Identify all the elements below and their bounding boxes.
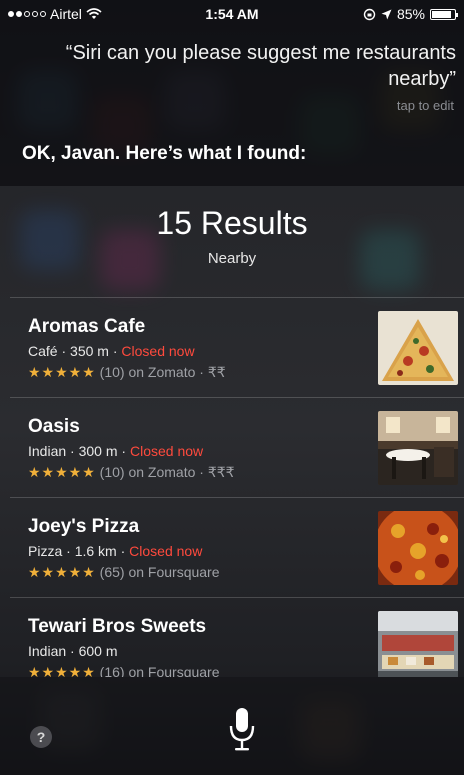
rotation-lock-icon: [363, 8, 376, 20]
review-source: on Zomato: [128, 464, 196, 480]
pizza-photo: [378, 511, 458, 585]
tap-to-edit-link[interactable]: tap to edit: [397, 98, 454, 113]
restaurant-rating: ★★★★★ (65) on Foursquare: [28, 564, 220, 581]
review-count: (65): [99, 564, 125, 580]
restaurant-rating: ★★★★★ (16) on Foursquare: [28, 664, 220, 677]
restaurant-row[interactable]: Oasis Indian · 300 m · Closed now ★★★★★ …: [10, 397, 464, 497]
price-level: ₹₹: [207, 364, 226, 380]
restaurant-category: Pizza: [28, 543, 63, 559]
pizza-slice-photo: [378, 311, 458, 385]
open-status: Closed now: [121, 343, 195, 359]
review-count: (16): [99, 664, 125, 677]
restaurant-details: Indian · 300 m · Closed now: [28, 443, 204, 459]
microphone-icon[interactable]: [229, 707, 255, 753]
review-source: on Foursquare: [128, 564, 220, 580]
status-bar: Airtel 1:54 AM 85%: [0, 0, 464, 28]
dining-room-photo: [378, 411, 458, 485]
star-rating-icon: ★★★★★: [28, 364, 96, 380]
restaurant-row[interactable]: Joey's Pizza Pizza · 1.6 km · Closed now…: [10, 497, 464, 597]
restaurant-rating: ★★★★★ (10) on Zomato · ₹₹₹: [28, 464, 235, 480]
review-count: (10): [99, 464, 125, 480]
siri-reply: OK, Javan. Here’s what I found:: [22, 143, 307, 164]
location-arrow-icon: [381, 9, 392, 19]
siri-query-text[interactable]: “Siri can you please suggest me restaura…: [56, 40, 456, 92]
results-list: Aromas Cafe Café · 350 m · Closed now ★★…: [10, 297, 464, 677]
results-subtitle: Nearby: [207, 250, 257, 267]
help-button[interactable]: ?: [30, 726, 52, 748]
restaurant-rating: ★★★★★ (10) on Zomato · ₹₹: [28, 364, 226, 380]
restaurant-distance: 600 m: [78, 643, 118, 659]
results-count-title: 15 Results: [156, 205, 308, 241]
battery-percent: 85%: [396, 6, 425, 22]
star-rating-icon: ★★★★★: [28, 564, 96, 580]
battery-icon: [430, 8, 458, 20]
restaurant-name: Aromas Cafe: [28, 316, 146, 337]
restaurant-distance: 350 m: [70, 343, 109, 359]
open-status: Closed now: [129, 543, 203, 559]
restaurant-details: Indian · 600 m: [28, 643, 118, 659]
status-right: 85%: [363, 6, 458, 22]
results-header: 15 Results Nearby: [0, 205, 464, 267]
star-rating-icon: ★★★★★: [28, 464, 96, 480]
restaurant-distance: 1.6 km: [74, 543, 117, 559]
restaurant-category: Indian: [28, 643, 67, 659]
restaurant-details: Café · 350 m · Closed now: [28, 343, 195, 359]
restaurant-category: Indian: [28, 443, 67, 459]
restaurant-category: Café: [28, 343, 58, 359]
siri-screen: Airtel 1:54 AM 85% “Siri can you please …: [0, 0, 464, 775]
star-rating-icon: ★★★★★: [28, 664, 96, 677]
restaurant-distance: 300 m: [78, 443, 118, 459]
sweet-shop-photo: [378, 611, 458, 677]
review-source: on Zomato: [128, 364, 196, 380]
restaurant-row[interactable]: Tewari Bros Sweets Indian · 600 m ★★★★★ …: [10, 597, 464, 677]
restaurant-name: Tewari Bros Sweets: [28, 616, 207, 637]
open-status: Closed now: [129, 443, 204, 459]
restaurant-name: Oasis: [28, 416, 80, 437]
review-count: (10): [99, 364, 125, 380]
restaurant-row[interactable]: Aromas Cafe Café · 350 m · Closed now ★★…: [10, 297, 464, 397]
review-source: on Foursquare: [128, 664, 220, 677]
price-level: ₹₹₹: [207, 464, 235, 480]
restaurant-name: Joey's Pizza: [28, 516, 140, 537]
restaurant-details: Pizza · 1.6 km · Closed now: [28, 543, 203, 559]
